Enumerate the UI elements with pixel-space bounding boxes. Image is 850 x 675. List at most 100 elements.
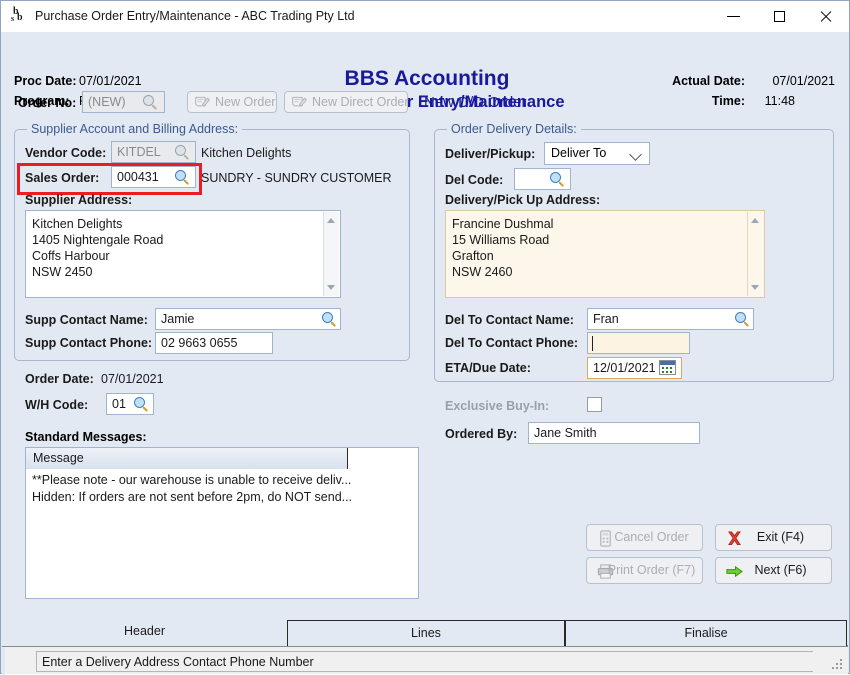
- order-no-lookup-icon[interactable]: [142, 94, 159, 111]
- tab-lines[interactable]: Lines: [287, 620, 565, 646]
- deliver-pickup-value: Deliver To: [551, 146, 606, 160]
- supplier-address-text: Kitchen Delights 1405 Nightengale Road C…: [32, 216, 163, 280]
- status-message-box: Enter a Delivery Address Contact Phone N…: [36, 651, 813, 672]
- scroll-down-icon[interactable]: [327, 285, 335, 290]
- bbs-logo-icon: bsb: [11, 8, 29, 26]
- supp-contact-phone-value: 02 9663 0655: [161, 336, 237, 350]
- supplier-address-label: Supplier Address:: [25, 193, 132, 207]
- minimize-icon[interactable]: [711, 1, 757, 32]
- delivery-panel-caption: Order Delivery Details:: [447, 122, 581, 136]
- resize-grip-icon[interactable]: [832, 659, 844, 671]
- sales-order-highlight-box: [17, 163, 202, 195]
- status-bar: Enter a Delivery Address Contact Phone N…: [2, 646, 848, 674]
- eta-due-date-input[interactable]: 12/01/2021: [587, 357, 682, 379]
- window-title: Purchase Order Entry/Maintenance - ABC T…: [35, 9, 355, 23]
- time-label: Time:: [712, 94, 745, 108]
- supplier-address-textarea[interactable]: Kitchen Delights 1405 Nightengale Road C…: [25, 210, 341, 298]
- scroll-down-icon[interactable]: [751, 285, 759, 290]
- del-to-contact-name-label: Del To Contact Name:: [445, 313, 574, 327]
- column-header-filler: [348, 448, 418, 469]
- vendor-code-input[interactable]: KITDEL: [111, 141, 196, 163]
- print-order-button[interactable]: Print Order (F7): [586, 557, 703, 584]
- wh-code-label: W/H Code:: [25, 398, 88, 412]
- delivery-address-scrollbar[interactable]: [747, 212, 763, 296]
- column-header-message-label: Message: [33, 451, 84, 465]
- standard-messages-grid[interactable]: Message **Please note - our warehouse is…: [25, 447, 419, 599]
- application-window: bsb Purchase Order Entry/Maintenance - A…: [0, 0, 850, 674]
- supp-contact-name-lookup-icon[interactable]: [321, 311, 338, 328]
- supp-contact-phone-input[interactable]: 02 9663 0655: [155, 332, 273, 354]
- supplier-panel-caption: Supplier Account and Billing Address:: [27, 122, 242, 136]
- del-to-contact-name-input[interactable]: Fran: [587, 308, 754, 330]
- del-code-input[interactable]: [514, 168, 571, 190]
- title-bar: bsb Purchase Order Entry/Maintenance - A…: [1, 1, 849, 32]
- delivery-address-text: Francine Dushmal 15 Williams Road Grafto…: [452, 216, 553, 280]
- next-button[interactable]: Next (F6): [715, 557, 832, 584]
- scroll-up-icon[interactable]: [327, 218, 335, 223]
- print-order-label: Print Order (F7): [587, 563, 702, 577]
- status-message: Enter a Delivery Address Contact Phone N…: [42, 655, 314, 669]
- exclusive-buyin-label: Exclusive Buy-In:: [445, 399, 549, 413]
- calendar-icon[interactable]: [659, 360, 676, 375]
- cancel-order-button[interactable]: Cancel Order: [586, 524, 703, 551]
- maximize-icon[interactable]: [757, 1, 803, 32]
- list-item[interactable]: **Please note - our warehouse is unable …: [32, 473, 351, 487]
- order-mode-label: New D/D Order: [424, 94, 527, 111]
- ordered-by-label: Ordered By:: [445, 427, 517, 441]
- order-no-value: (NEW): [88, 95, 126, 109]
- new-direct-order-button[interactable]: New Direct Order: [284, 91, 408, 113]
- supplier-address-scrollbar[interactable]: [323, 212, 339, 296]
- actual-date-value: 07/01/2021: [772, 74, 835, 88]
- exit-button[interactable]: Exit (F4): [715, 524, 832, 551]
- vendor-name-text: Kitchen Delights: [201, 146, 291, 160]
- supp-contact-name-label: Supp Contact Name:: [25, 313, 148, 327]
- new-order-button[interactable]: New Order: [187, 91, 277, 113]
- tab-lines-label: Lines: [411, 626, 441, 640]
- time-value: 11:48: [765, 94, 795, 108]
- ordered-by-input[interactable]: Jane Smith: [528, 422, 700, 444]
- supp-contact-phone-label: Supp Contact Phone:: [25, 336, 152, 350]
- tab-finalise-label: Finalise: [684, 626, 727, 640]
- eta-due-date-label: ETA/Due Date:: [445, 361, 531, 375]
- ordered-by-value: Jane Smith: [534, 426, 597, 440]
- delivery-address-textarea[interactable]: Francine Dushmal 15 Williams Road Grafto…: [445, 210, 765, 298]
- chevron-down-icon[interactable]: [629, 148, 642, 161]
- cancel-order-label: Cancel Order: [587, 530, 702, 544]
- deliver-pickup-label: Deliver/Pickup:: [445, 147, 535, 161]
- text-cursor: [592, 336, 593, 351]
- vendor-code-label: Vendor Code:: [25, 146, 106, 160]
- wh-code-input[interactable]: 01: [106, 393, 154, 415]
- sales-order-customer-text: SUNDRY - SUNDRY CUSTOMER: [201, 171, 392, 185]
- vendor-code-lookup-icon[interactable]: [174, 144, 191, 161]
- new-direct-order-label: New Direct Order: [312, 95, 409, 109]
- wh-code-lookup-icon[interactable]: [133, 396, 150, 413]
- supp-contact-name-input[interactable]: Jamie: [155, 308, 341, 330]
- column-header-message[interactable]: Message: [26, 448, 348, 469]
- del-code-lookup-icon[interactable]: [549, 171, 566, 188]
- standard-messages-header-row: Message: [26, 448, 418, 469]
- del-code-label: Del Code:: [445, 173, 503, 187]
- next-label: Next (F6): [716, 563, 831, 577]
- delivery-address-label: Delivery/Pick Up Address:: [445, 193, 600, 207]
- eta-due-date-value: 12/01/2021: [593, 361, 656, 375]
- actual-date-label: Actual Date:: [672, 74, 745, 88]
- vendor-code-value: KITDEL: [117, 145, 161, 159]
- new-order-label: New Order: [215, 95, 275, 109]
- order-no-label: Order No:: [18, 96, 76, 110]
- order-no-input[interactable]: (NEW): [82, 91, 165, 113]
- del-to-contact-phone-input[interactable]: [587, 332, 690, 354]
- tab-finalise[interactable]: Finalise: [565, 620, 847, 646]
- tab-header[interactable]: Header: [2, 616, 287, 646]
- deliver-pickup-select[interactable]: Deliver To: [544, 142, 650, 165]
- scroll-up-icon[interactable]: [751, 218, 759, 223]
- new-direct-order-icon: [291, 94, 308, 111]
- exclusive-buyin-checkbox[interactable]: [587, 397, 602, 412]
- close-icon[interactable]: [803, 1, 849, 32]
- order-date-value: 07/01/2021: [101, 372, 164, 386]
- tab-strip: Header Lines Finalise: [2, 616, 848, 646]
- list-item[interactable]: Hidden: If orders are not sent before 2p…: [32, 490, 352, 504]
- del-to-contact-name-value: Fran: [593, 312, 619, 326]
- status-bar-left-cap: [2, 647, 5, 675]
- standard-messages-label: Standard Messages:: [25, 430, 147, 444]
- del-to-contact-name-lookup-icon[interactable]: [734, 311, 751, 328]
